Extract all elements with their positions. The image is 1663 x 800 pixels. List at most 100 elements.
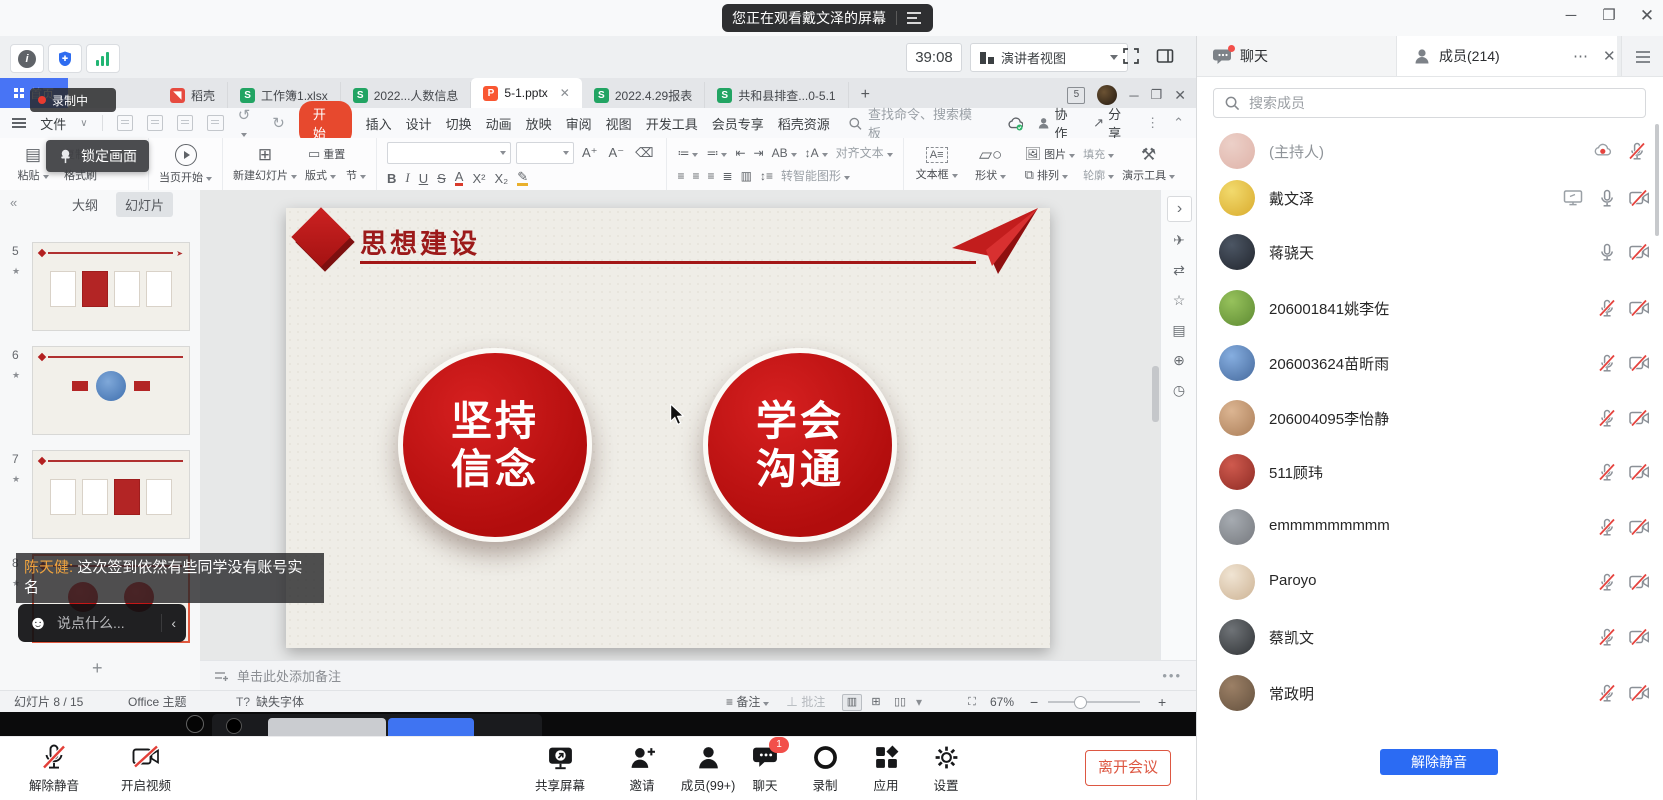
more-options-icon[interactable]: ⋮ <box>1146 115 1159 131</box>
star-icon[interactable]: ☆ <box>1161 292 1197 309</box>
align-left-icon[interactable]: ≡ <box>677 169 684 183</box>
menu-tab-design[interactable]: 设计 <box>406 114 432 133</box>
fill-button[interactable]: 填充 <box>1083 146 1114 162</box>
save-icon[interactable] <box>117 115 133 131</box>
slide-sorter-icon[interactable]: ⊞ <box>866 694 886 711</box>
member-row[interactable]: 206004095李怡静 <box>1197 399 1663 439</box>
member-row[interactable]: Paroyo <box>1197 563 1663 603</box>
wps-tab-paicha[interactable]: S 共和县排查...0-5.1 <box>705 82 848 108</box>
menu-tab-view[interactable]: 视图 <box>606 114 632 133</box>
play-from-current-button[interactable]: 当页开始 <box>159 144 212 185</box>
member-row[interactable]: 蔡凯文 <box>1197 618 1663 658</box>
member-row[interactable]: 511顾玮 <box>1197 453 1663 493</box>
wps-tab-active-pptx[interactable]: P 5-1.pptx ✕ <box>471 78 581 108</box>
section-button[interactable]: 节 <box>346 167 366 183</box>
member-search-input[interactable] <box>1247 94 1635 112</box>
mic-off-icon[interactable] <box>1597 408 1617 428</box>
decrease-indent-icon[interactable]: ⇤ <box>735 146 745 160</box>
mic-off-icon[interactable] <box>1597 353 1617 373</box>
camera-off-icon[interactable] <box>1629 298 1649 318</box>
normal-view-icon[interactable]: ▥ <box>842 694 862 711</box>
collaborate-button[interactable]: 协作 <box>1037 104 1079 142</box>
close-button[interactable]: ✕ <box>1632 2 1662 30</box>
notes-bar[interactable]: 单击此处添加备注 ••• <box>200 660 1196 690</box>
align-right-icon[interactable]: ≡ <box>708 169 715 183</box>
outline-button[interactable]: 轮廓 <box>1083 167 1114 183</box>
increase-indent-icon[interactable]: ⇥ <box>754 146 764 160</box>
mic-off-icon[interactable] <box>1597 627 1617 647</box>
fit-slide-icon[interactable]: ⛶ <box>962 694 982 711</box>
mic-off-icon[interactable] <box>1597 572 1617 592</box>
font-family-select[interactable] <box>387 142 511 164</box>
export-icon[interactable] <box>147 115 163 131</box>
camera-off-icon[interactable] <box>1629 683 1649 703</box>
tab-outline[interactable]: 大纲 <box>72 195 98 214</box>
maximize-button[interactable]: ❐ <box>1594 2 1624 30</box>
bold-button[interactable]: B <box>387 171 396 186</box>
menu-tab-insert[interactable]: 插入 <box>366 114 392 133</box>
shapes-button[interactable]: ▱○形状 <box>968 146 1014 183</box>
wps-tab-baobiao[interactable]: S 2022.4.29报表 <box>582 82 705 108</box>
canvas-scrollbar[interactable] <box>1152 366 1159 422</box>
mic-off-icon[interactable] <box>1597 683 1617 703</box>
insert-icon[interactable]: ⊕ <box>1161 352 1197 369</box>
menu-tab-member[interactable]: 会员专享 <box>712 114 764 133</box>
expand-toolbar-button[interactable]: › <box>1167 196 1192 222</box>
slide-thumbnail-5[interactable]: ➤ <box>32 242 190 331</box>
align-center-icon[interactable]: ≡ <box>693 169 700 183</box>
member-row[interactable]: 206003624苗昕雨 <box>1197 344 1663 384</box>
slide-thumbnail-7[interactable] <box>32 450 190 539</box>
highlight-button[interactable]: ✎ <box>517 171 528 186</box>
camera-off-icon[interactable] <box>1629 462 1649 482</box>
reset-button[interactable]: ▭重置 <box>305 146 366 162</box>
wps-tab-renshu[interactable]: S 2022...人数信息 <box>341 82 472 108</box>
start-video-button[interactable]: 开启视频 <box>98 742 194 794</box>
unmute-button[interactable]: 解除静音 <box>6 742 102 794</box>
wps-restore-icon[interactable]: ❐ <box>1151 87 1163 103</box>
collapse-ribbon-icon[interactable]: ⌃ <box>1173 115 1196 131</box>
network-quality-button[interactable] <box>86 44 120 73</box>
align-text-button[interactable]: 对齐文本 <box>836 144 893 161</box>
share-button[interactable]: ↗ 分享 <box>1093 104 1132 142</box>
arrange-button[interactable]: ⧉排列 <box>1022 167 1076 183</box>
member-row[interactable]: 蒋骁天 <box>1197 233 1663 273</box>
preview-icon[interactable] <box>207 115 223 131</box>
character-spacing-button[interactable]: AB <box>772 146 797 160</box>
zoom-percent[interactable]: 67% <box>990 691 1014 713</box>
smart-graphic-button[interactable]: 转智能图形 <box>781 167 850 184</box>
layout-icon[interactable]: ▤ <box>1161 322 1197 339</box>
redo-icon[interactable]: ↻ <box>272 114 285 132</box>
watching-screen-banner[interactable]: 您正在观看戴文泽的屏幕 <box>722 4 933 32</box>
underline-button[interactable]: U <box>419 171 428 186</box>
meeting-info-button[interactable]: i <box>10 44 44 73</box>
collapse-panel-icon[interactable]: « <box>10 195 17 210</box>
numbered-list-icon[interactable]: ≕ <box>706 146 727 160</box>
columns-icon[interactable]: ▥ <box>741 169 752 183</box>
tab-chat[interactable]: 聊天 <box>1197 36 1397 76</box>
bullet-list-icon[interactable]: ≔ <box>677 146 698 160</box>
zoom-out-icon[interactable]: − <box>1030 691 1038 713</box>
zoom-slider-track[interactable] <box>1048 701 1140 703</box>
toggle-panel-button[interactable] <box>1156 48 1174 69</box>
member-row[interactable]: 206001841姚李佐 <box>1197 289 1663 329</box>
mic-off-icon[interactable] <box>1627 141 1647 161</box>
wps-close-icon[interactable]: ✕ <box>1174 87 1186 104</box>
command-search[interactable]: 查找命令、搜索模板 <box>848 104 979 142</box>
member-row[interactable]: 戴文泽 <box>1197 179 1663 219</box>
close-tab-icon[interactable]: ✕ <box>560 86 570 100</box>
tab-slides[interactable]: 幻灯片 <box>116 192 173 217</box>
slide-thumbnail-6[interactable] <box>32 346 190 435</box>
panel-menu-icon[interactable] <box>1636 51 1651 63</box>
member-search-box[interactable] <box>1213 88 1646 118</box>
notes-toggle[interactable]: ≡ 备注 <box>726 691 769 713</box>
picture-button[interactable]: 🖼图片 <box>1022 146 1076 162</box>
shrink-font-button[interactable]: A⁻ <box>606 145 628 161</box>
send-plane-icon[interactable]: ✈ <box>1161 232 1197 249</box>
layout-button[interactable]: 版式 <box>305 167 336 183</box>
grow-font-button[interactable]: A⁺ <box>579 145 601 161</box>
member-row[interactable]: 常政明 <box>1197 674 1663 714</box>
theme-name[interactable]: Office 主题 <box>128 691 186 713</box>
mic-on-icon[interactable] <box>1597 188 1617 208</box>
textbox-button[interactable]: A≡文本框 <box>914 147 960 182</box>
wps-minimize-icon[interactable]: ─ <box>1129 88 1138 103</box>
